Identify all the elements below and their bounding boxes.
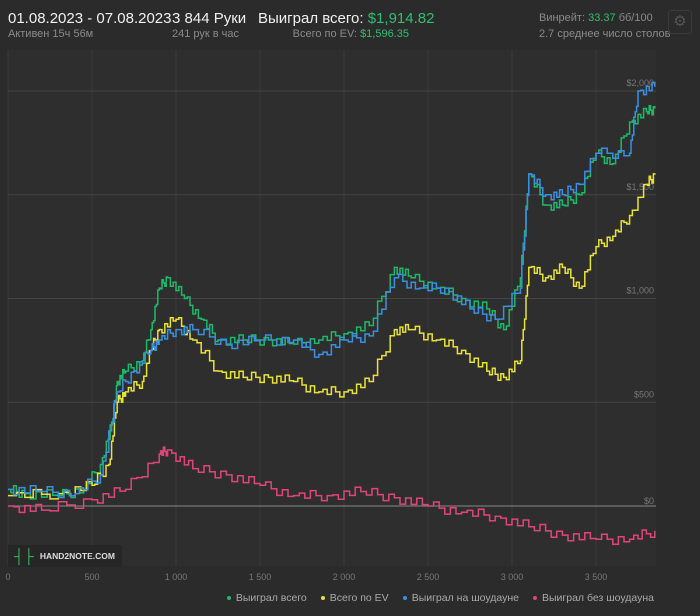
logo: ┤├ HAND2NOTE.COM (8, 545, 122, 567)
y-tick-label: $1,000 (626, 286, 654, 296)
won-total: Выиграл всего: $1,914.82 (258, 10, 434, 27)
winrate: Винрейт: 33.37 бб/100 (539, 12, 653, 24)
x-tick-label: 500 (84, 572, 99, 582)
ev-label: Всего по EV: (292, 28, 357, 40)
winrate-value: 33.37 (588, 12, 616, 24)
gear-icon[interactable]: ⚙ (668, 10, 692, 34)
date-range[interactable]: 01.08.2023 - 07.08.2023 (8, 10, 171, 27)
header: 01.08.2023 - 07.08.2023 Активен 15ч 56м … (0, 0, 700, 46)
legend: Выиграл всего Всего по EV Выиграл на шоу… (226, 592, 654, 604)
chart: 0 500 1 000 1 500 2 000 2 500 3 000 3 500 $0 $500… (5, 50, 656, 582)
legend-label: Выиграл без шоудауна (542, 592, 654, 604)
avg-tables: 2.7 среднее число столов (539, 28, 671, 40)
legend-label: Всего по EV (329, 592, 389, 604)
y-tick-label: $500 (634, 389, 654, 399)
x-tick-label: 2 000 (333, 572, 356, 582)
winrate-label: Винрейт: (539, 12, 586, 24)
legend-dot (533, 596, 537, 601)
x-tick-label: 3 500 (585, 572, 608, 582)
winrate-unit: бб/100 (618, 12, 653, 24)
ev-value: $1,596.35 (360, 28, 409, 40)
legend-item-nonshowdown[interactable]: Выиграл без шоудауна (533, 592, 654, 604)
x-tick-label: 1 000 (165, 572, 188, 582)
legend-item-total[interactable]: Выиграл всего (226, 592, 307, 604)
hands-per-hour: 241 рук в час (172, 28, 240, 40)
hands-count: 3 844 Руки (172, 10, 247, 27)
legend-item-ev[interactable]: Всего по EV (320, 592, 389, 604)
x-tick-label: 3 000 (501, 572, 524, 582)
y-tick-label: $0 (644, 496, 654, 506)
active-time: Активен 15ч 56м (8, 28, 94, 40)
plot-area (8, 50, 656, 566)
legend-label: Выиграл всего (235, 592, 307, 604)
legend-label: Выиграл на шоудауне (411, 592, 519, 604)
legend-item-showdown[interactable]: Выиграл на шоудауне (402, 592, 519, 604)
x-tick-label: 2 500 (417, 572, 440, 582)
ev-total: Всего по EV: $1,596.35 (293, 28, 409, 40)
legend-dot (226, 596, 231, 601)
won-label: Выиграл всего: (258, 10, 364, 27)
won-value: $1,914.82 (367, 10, 435, 27)
x-tick-label: 1 500 (249, 572, 272, 582)
x-tick-label: 0 (5, 572, 10, 582)
legend-dot (320, 596, 325, 601)
legend-dot (402, 596, 407, 601)
logo-icon: ┤├ (14, 548, 34, 564)
logo-text: HAND2NOTE.COM (39, 551, 115, 561)
